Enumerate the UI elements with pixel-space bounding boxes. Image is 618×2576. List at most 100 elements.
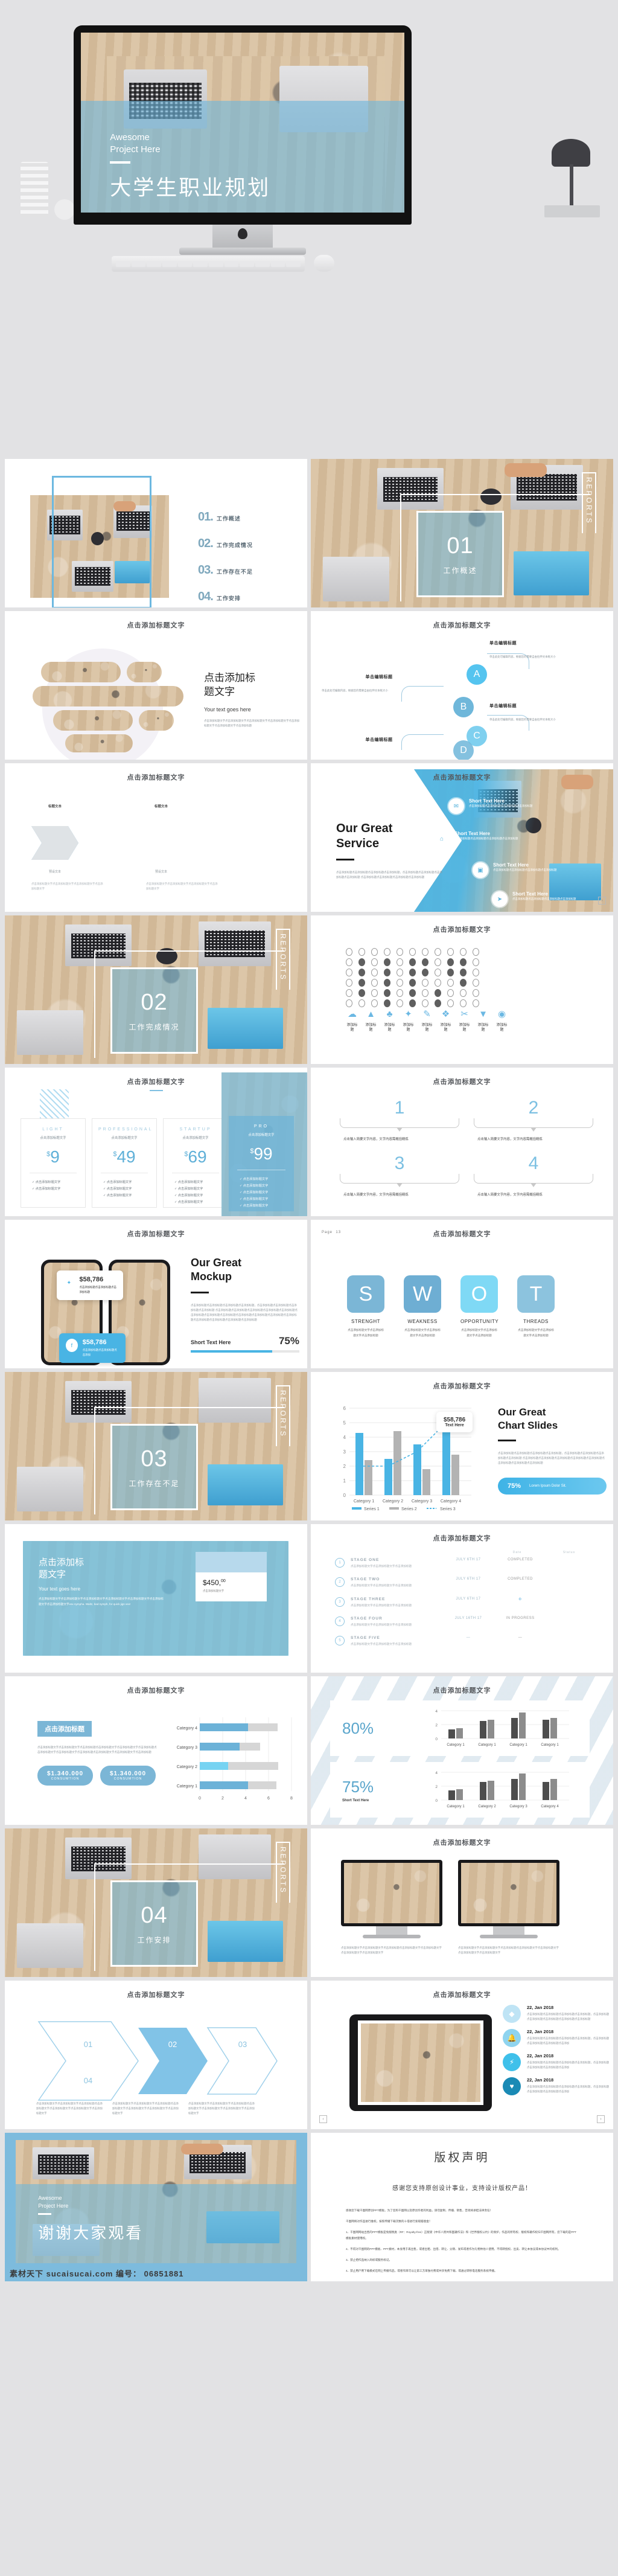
icon-label: 添加标题 — [496, 1024, 508, 1032]
percent-card-top[interactable]: 80% 4 2 0 Category 1 Category 1 Category 1 C… — [330, 1700, 590, 1756]
slide-section-03[interactable]: 03 工作存在不足 REPORTS — [5, 1372, 307, 1520]
section-label: 工作概述 — [443, 566, 477, 575]
service-item-2[interactable]: ⌂ Short Text Here 点击添加标题点击添加标题点击添加标题点击添加… — [434, 831, 543, 847]
section-reports-label: REPORTS — [276, 1385, 290, 1446]
icon-item[interactable]: ✦ 添加标题 — [402, 1010, 415, 1033]
stage-row[interactable]: 2 STAGE TWO 点击添加标题文字点击添加标题文字点击添加标题 JULY … — [335, 1577, 595, 1588]
service-item-1[interactable]: ✉ Short Text Here 点击添加标题点击添加标题点击添加标题点击添加… — [448, 798, 557, 814]
slide-abcd-diagram[interactable]: 点击添加标题文字 A 单击编辑标题 单击此处可编辑内容，根据您的需要自由拉伸文本… — [311, 611, 613, 760]
slide-section-04[interactable]: 04 工作安排 REPORTS — [5, 1828, 307, 1977]
slide-thank-you[interactable]: Awesome Project Here 谢谢大家观看 素材天下 sucaisu… — [5, 2133, 307, 2281]
slide-copyright[interactable]: 版权声明 感谢您支持原创设计事业，支持设计版权产品！ 感谢您下载千图网原创PPT… — [311, 2133, 613, 2281]
slide-chevron-process[interactable]: 点击添加标题文字 标题文本 标题文本 预设文本 预设文本 点击添加标题文字点击添… — [5, 763, 307, 912]
slide-two-monitors[interactable]: 点击添加标题文字 点击添加标题文字点击添加标题文字点击添加标题点击添加标题文字点… — [311, 1828, 613, 1977]
slide-icon-dot-grid[interactable]: 点击添加标题文字 ☁ 添加标题 ▲ 添加标题 ♣ 添加标题 ✦ 添加标题 ✎ 添… — [311, 915, 613, 1064]
icon-item[interactable]: ◉ 添加标题 — [495, 1010, 508, 1033]
copyright-body: 感谢您下载千图网原创PPT模板，为了您和千图网以及原创作者的利益，请勿复制、传播… — [311, 2192, 613, 2273]
quad-bracket — [340, 1174, 459, 1184]
swot-item-o[interactable]: O OPPORTUNITY 点击添加标题文字点击添加标题文字点击添加标题 — [460, 1275, 499, 1338]
slide-pill-images[interactable]: 点击添加标题文字 点击添加标 题文字 Your text goes here 点… — [5, 611, 307, 760]
swot-item-s[interactable]: S STRENGHT 点击添加标题文字点击添加标题文字点击添加标题 — [347, 1275, 384, 1338]
section-vline — [400, 494, 401, 601]
toc-item[interactable]: 01. 工作概述 — [198, 510, 253, 524]
timeline-item[interactable]: ♥ 22, Jan 2018 点击添加标题点击添加标题点击添加标题点击添加标题，… — [503, 2077, 611, 2095]
slide-pricing-table[interactable]: 点击添加标题文字 LIGHT 点击添加标题文字 $9 ✓ 点击添加标题文字 ✓ … — [5, 1068, 307, 1216]
icon-item[interactable]: ▼ 添加标题 — [477, 1010, 489, 1033]
slide-section-02[interactable]: 02 工作完成情况 REPORTS — [5, 915, 307, 1064]
price-card[interactable]: $450,00 点击添加标题文字 — [196, 1552, 267, 1601]
svg-text:6: 6 — [267, 1796, 270, 1801]
slide-percent-charts[interactable]: 点击添加标题文字 80% 4 2 0 Category 1 Category 1 Ca… — [311, 1676, 613, 1825]
stage-row[interactable]: 3 STAGE THREE 点击添加标题文字点击添加标题文字点击添加标题 JUL… — [335, 1597, 595, 1608]
toc-item[interactable]: 02. 工作完成情况 — [198, 537, 253, 551]
icon-item[interactable]: ▲ 添加标题 — [365, 1010, 377, 1033]
next-button[interactable]: › — [598, 897, 606, 905]
quad-item[interactable]: 2 点击输入简要文字内容，文字内容需概括精炼 — [474, 1098, 593, 1142]
stat-pill[interactable]: $1.340.000 CONSUMTION — [37, 1765, 93, 1786]
stat-label: CONSUMTION — [113, 1777, 142, 1781]
svg-text:2: 2 — [343, 1464, 346, 1469]
abcd-node-b[interactable]: B — [453, 697, 474, 717]
slide-horizontal-bars[interactable]: 点击添加标题文字 点击添加标题 点击添加标题文字点击添加标题文字点击添加标题点击… — [5, 1676, 307, 1825]
pricing-card[interactable]: LIGHT 点击添加标题文字 $9 ✓ 点击添加标题文字 ✓ 点击添加标题文字 — [21, 1118, 86, 1208]
pricing-cards: LIGHT 点击添加标题文字 $9 ✓ 点击添加标题文字 ✓ 点击添加标题文字 … — [21, 1118, 228, 1208]
section-reports-label: REPORTS — [582, 472, 596, 533]
quad-item[interactable]: 4 点击输入简要文字内容，文字内容需概括精炼 — [474, 1153, 593, 1198]
slide-table-of-contents[interactable]: 01. 工作概述 02. 工作完成情况 03. 工作存在不足 04. 工作安排 — [5, 459, 307, 607]
stage-row[interactable]: 1 STAGE ONE 点击添加标题文字点击添加标题文字点击添加标题 JULY … — [335, 1558, 595, 1569]
quad-item[interactable]: 3 点击输入简要文字内容，文字内容需概括精炼 — [340, 1153, 459, 1198]
icon-item[interactable]: ♣ 添加标题 — [383, 1010, 396, 1033]
slide-stage-list[interactable]: 点击添加标题文字 Date Status 1 STAGE ONE 点击添加标题文… — [311, 1524, 613, 1673]
stat-pill[interactable]: $1.340.000 CONSUMTION — [100, 1765, 156, 1786]
slide-our-great-mockup[interactable]: 点击添加标题文字 ✦ $58,786 点击添加标题点击添加标题点击添加标题 f … — [5, 1220, 307, 1368]
pill-image — [65, 734, 133, 752]
service-item-3[interactable]: ▣ Short Text Here 点击添加标题点击添加标题点击添加标题点击添加… — [473, 862, 581, 878]
timeline-item[interactable]: 🔔 22, Jan 2018 点击添加标题点击添加标题点击添加标题点击添加标题，… — [503, 2029, 611, 2047]
slide-swot[interactable]: Page 13 点击添加标题文字 S STRENGHT 点击添加标题文字点击添加… — [311, 1220, 613, 1368]
timeline-item[interactable]: ⚡ 22, Jan 2018 点击添加标题点击添加标题点击添加标题点击添加标题，… — [503, 2053, 611, 2071]
toc-item[interactable]: 04. 工作安排 — [198, 590, 253, 604]
service-item-4[interactable]: ➤ Short Text Here 点击添加标题点击添加标题点击添加标题点击添加… — [492, 891, 600, 907]
pricing-card[interactable]: STARTUP 点击添加标题文字 $69 ✓ 点击添加标题文字 ✓ 点击添加标题… — [163, 1118, 228, 1208]
icon-item[interactable]: ☁ 添加标题 — [346, 1010, 358, 1033]
hbar-left-block: 点击添加标题 点击添加标题文字点击添加标题文字点击添加标题点击添加标题文字点击添… — [37, 1721, 158, 1786]
chevron-4[interactable] — [31, 826, 78, 860]
percent-card-bottom[interactable]: 75% Short Text Here 4 2 0 Category 1 Catego… — [330, 1762, 590, 1818]
icon-item[interactable]: ❖ 添加标题 — [439, 1010, 452, 1033]
quad-item[interactable]: 1 点击输入简要文字内容，文字内容需概括精炼 — [340, 1098, 459, 1142]
slide-tablet-timeline[interactable]: 点击添加标题文字 ◆ 22, Jan 2018 点击添加标题点击添加标题点击添加… — [311, 1981, 613, 2129]
icon-label: 添加标题 — [440, 1024, 451, 1032]
swot-item-w[interactable]: W WEAKNESS 点击添加标题文字点击添加标题文字点击添加标题 — [404, 1275, 441, 1338]
stage-row[interactable]: 4 STAGE FOUR 点击添加标题文字点击添加标题文字点击添加标题 JULY… — [335, 1616, 595, 1627]
abcd-node-a[interactable]: A — [467, 664, 487, 685]
slide-our-great-service[interactable]: 点击添加标题文字 Our Great Service 点击添加标题点击添加标题点… — [311, 763, 613, 912]
slide-section-01[interactable]: 01 工作概述 REPORTS — [311, 459, 613, 607]
icon-item[interactable]: ✂ 添加标题 — [458, 1010, 471, 1033]
stage-number: 1 — [335, 1558, 345, 1568]
section-vline — [94, 950, 95, 1058]
stage-row[interactable]: 5 STAGE FIVE 点击添加标题文字点击添加标题文字点击添加标题 — — — [335, 1636, 595, 1647]
pricing-card[interactable]: PROFESSIONAL 点击添加标题文字 $49 ✓ 点击添加标题文字 ✓ 点… — [92, 1118, 157, 1208]
next-button[interactable]: › — [597, 2115, 605, 2123]
slide-chevron-numbers[interactable]: 点击添加标题文字 02 03 01 04 点击添加标题文字点击添加标题文字点击添… — [5, 1981, 307, 2129]
stat-bubble-1[interactable]: ✦ $58,786 点击添加标题点击添加标题点击添加标题 — [57, 1270, 123, 1300]
stat-bubble-2[interactable]: f $58,786 点击添加标题点击添加标题点击添加 — [59, 1333, 126, 1363]
slide-price-card[interactable]: 点击添加标 题文字 Your text goes here 点击添加标题文字点击… — [5, 1524, 307, 1673]
prev-button[interactable]: ‹ — [319, 2115, 327, 2123]
icon-item[interactable]: ✎ 添加标题 — [421, 1010, 433, 1033]
swot-item-t[interactable]: T THREADS 点击添加标题文字点击添加标题文字点击添加标题 — [517, 1275, 555, 1338]
pricing-card-pro[interactable]: PRO 点击添加标题文字 $99 ✓ 点击添加标题文字 ✓ 点击添加标题文字 ✓… — [229, 1116, 294, 1211]
slide-great-chart[interactable]: 点击添加标题文字 654 321 0 Category 1 Category 2… — [311, 1372, 613, 1520]
chart-pct-badge[interactable]: 75% Lorem Ipsum Dolor Sit. — [498, 1477, 607, 1495]
monitor-caption: 点击添加标题文字点击添加标题文字点击添加标题点击添加标题文字点击添加标题文字点击… — [341, 1946, 442, 1954]
toc-item[interactable]: 03. 工作存在不足 — [198, 563, 253, 577]
slide-numbered-quad[interactable]: 点击添加标题文字 1 点击输入简要文字内容，文字内容需概括精炼 2 点击输入简要… — [311, 1068, 613, 1216]
abcd-node-d[interactable]: D — [453, 740, 474, 760]
timeline-item[interactable]: ◆ 22, Jan 2018 点击添加标题点击添加标题点击添加标题点击添加标题，… — [503, 2005, 611, 2023]
plan-feature: 点击添加标题文字 — [106, 1193, 132, 1197]
dark-bar-chart-bottom: 4 2 0 Category 1 Category 2 Category 3 Categ… — [435, 1771, 569, 1809]
pill-heading-line1: 点击添加标 — [204, 672, 255, 684]
chevron-diagram: 02 03 01 04 — [37, 2021, 278, 2101]
section-number: 01 — [447, 533, 474, 559]
abcd-title: 单击编辑标题 — [489, 641, 517, 646]
